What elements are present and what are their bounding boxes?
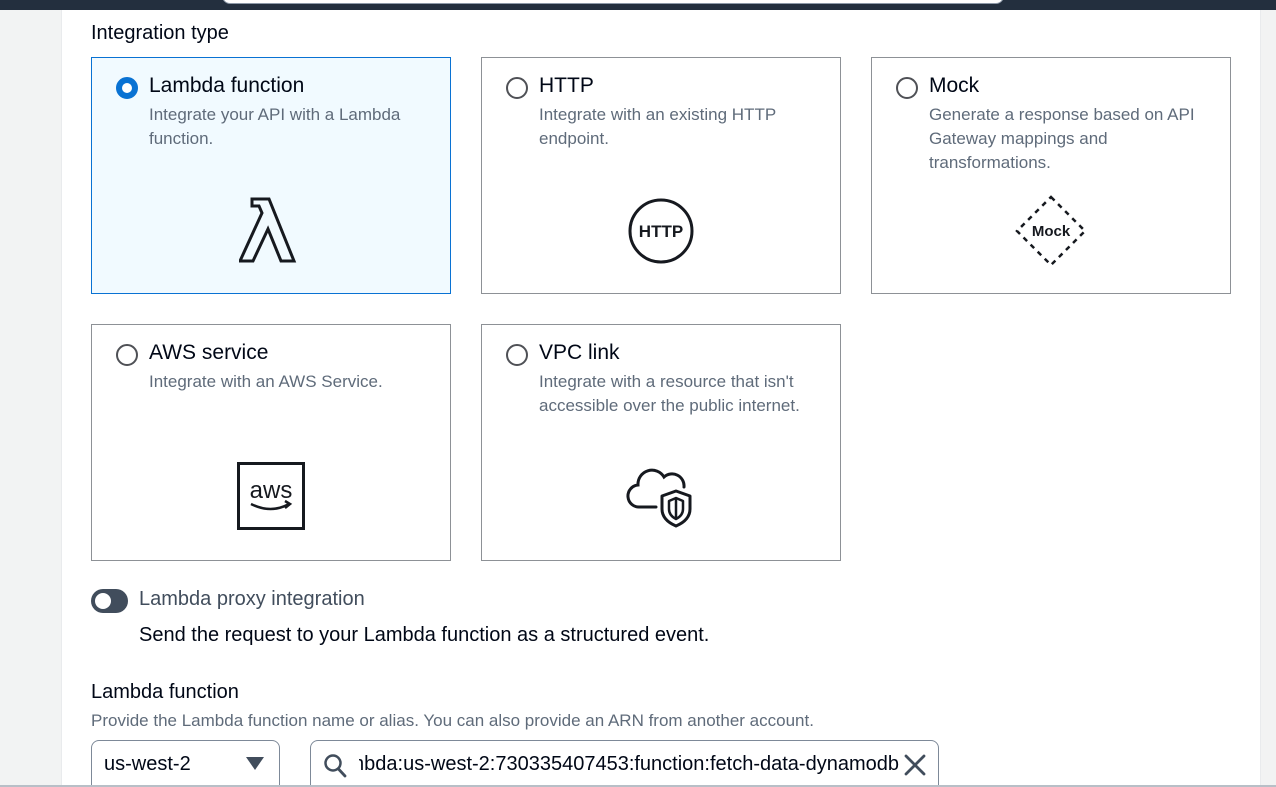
right-gutter: [1260, 10, 1276, 787]
search-icon: [323, 753, 347, 784]
lambda-icon: [92, 196, 450, 264]
caret-down-icon: [246, 757, 264, 770]
tile-vpc-link[interactable]: VPC link Integrate with a resource that …: [481, 324, 841, 561]
tile-title: VPC link: [539, 341, 620, 364]
lambda-function-value: arn:aws:lambda:us-west-2:730335407453:fu…: [359, 753, 899, 775]
lambda-function-label: Lambda function: [91, 681, 239, 703]
clear-icon[interactable]: [903, 753, 927, 782]
tile-title: AWS service: [149, 341, 269, 364]
lambda-function-input[interactable]: arn:aws:lambda:us-west-2:730335407453:fu…: [310, 740, 939, 787]
toggle-knob: [95, 593, 111, 609]
radio-http[interactable]: [506, 77, 528, 99]
radio-mock[interactable]: [896, 77, 918, 99]
tile-description: Generate a response based on API Gateway…: [929, 105, 1195, 172]
radio-aws-service[interactable]: [116, 344, 138, 366]
http-icon: HTTP: [482, 197, 840, 265]
tile-description: Integrate your API with a Lambda functio…: [149, 105, 401, 148]
svg-text:HTTP: HTTP: [639, 222, 683, 241]
tile-title: HTTP: [539, 74, 594, 97]
region-select[interactable]: us-west-2: [91, 740, 280, 787]
radio-lambda-function[interactable]: [116, 77, 138, 99]
lambda-proxy-toggle[interactable]: [91, 589, 128, 613]
cloud-shield-icon: [482, 463, 840, 529]
lambda-proxy-description: Send the request to your Lambda function…: [139, 624, 710, 646]
radio-vpc-link[interactable]: [506, 344, 528, 366]
tile-http[interactable]: HTTP Integrate with an existing HTTP end…: [481, 57, 841, 294]
tile-aws-service[interactable]: AWS service Integrate with an AWS Servic…: [91, 324, 451, 561]
region-select-value: us-west-2: [104, 753, 191, 775]
top-search-field[interactable]: [222, 0, 1004, 4]
tile-description: Integrate with an AWS Service.: [149, 372, 383, 391]
tile-title: Lambda function: [149, 74, 305, 97]
tile-lambda-function[interactable]: Lambda function Integrate your API with …: [91, 57, 451, 294]
tile-mock[interactable]: Mock Generate a response based on API Ga…: [871, 57, 1231, 294]
tile-title: Mock: [929, 74, 980, 97]
tile-description: Integrate with an existing HTTP endpoint…: [539, 105, 776, 148]
top-bar: [0, 0, 1276, 10]
svg-text:aws: aws: [250, 477, 293, 504]
integration-type-label: Integration type: [91, 22, 229, 44]
tile-description: Integrate with a resource that isn't acc…: [539, 372, 800, 415]
lambda-proxy-label: Lambda proxy integration: [139, 588, 365, 610]
lambda-function-description: Provide the Lambda function name or alia…: [91, 711, 814, 730]
mock-icon: Mock: [872, 195, 1230, 267]
svg-text:Mock: Mock: [1032, 223, 1071, 240]
aws-icon: aws: [92, 462, 450, 530]
left-gutter: [0, 10, 62, 787]
